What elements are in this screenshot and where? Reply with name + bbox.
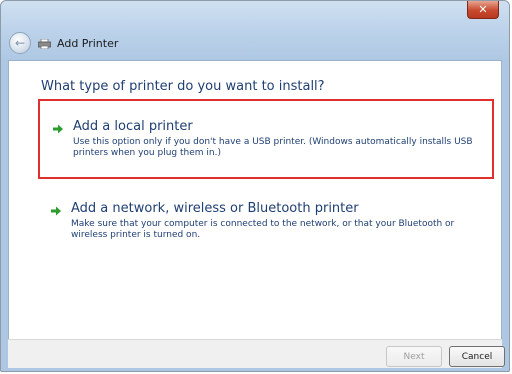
printer-icon <box>38 39 51 49</box>
add-network-printer-option[interactable]: Add a network, wireless or Bluetooth pri… <box>38 195 494 255</box>
back-arrow-icon: ← <box>14 36 26 50</box>
cancel-button[interactable]: Cancel <box>449 346 505 367</box>
page-question: What type of printer do you want to inst… <box>41 79 325 94</box>
back-button[interactable]: ← <box>9 32 31 54</box>
next-button[interactable]: Next <box>386 346 442 367</box>
wizard-footer: Next Cancel <box>8 339 505 368</box>
add-printer-window: ✕ ← Add Printer What type of printer do … <box>0 0 510 372</box>
wizard-content: What type of printer do you want to inst… <box>8 60 502 368</box>
option-title: Add a local printer <box>73 119 193 134</box>
option-description: Use this option only if you don't have a… <box>73 137 473 158</box>
close-icon: ✕ <box>478 3 488 16</box>
green-arrow-icon <box>51 206 61 216</box>
add-local-printer-option[interactable]: Add a local printer Use this option only… <box>38 99 494 179</box>
close-button[interactable]: ✕ <box>467 1 499 19</box>
option-description: Make sure that your computer is connecte… <box>71 219 455 240</box>
option-title: Add a network, wireless or Bluetooth pri… <box>71 201 359 216</box>
window-title: Add Printer <box>57 37 119 50</box>
green-arrow-icon <box>53 124 63 134</box>
